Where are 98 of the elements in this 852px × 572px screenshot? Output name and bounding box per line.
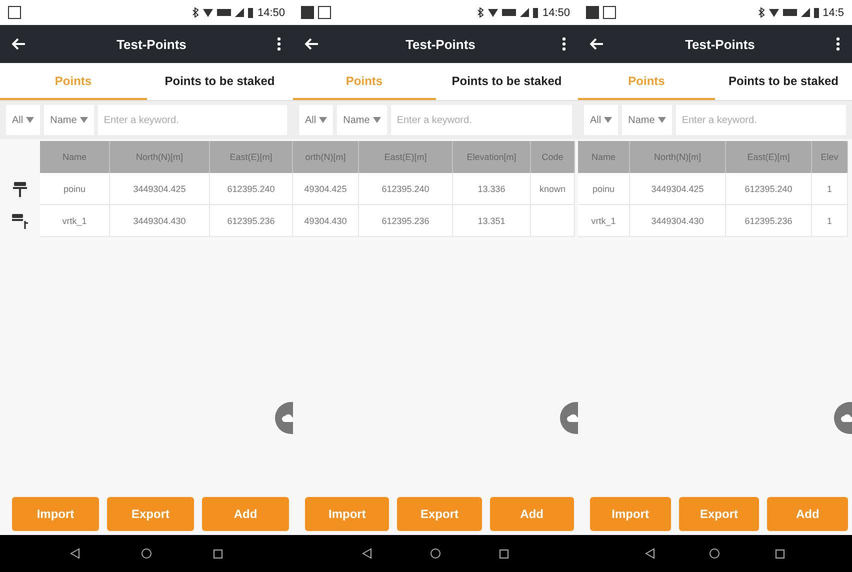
table-cell: 1 (812, 205, 848, 237)
battery-icon (814, 8, 819, 18)
column-header: North(N)[m] (630, 141, 726, 173)
column-header: Name (40, 141, 110, 173)
table-cell: 1 (812, 173, 848, 205)
column-header: North(N)[m] (110, 141, 210, 173)
screen-title: Test-Points (406, 36, 476, 52)
table-cell: 612395.236 (726, 205, 812, 237)
table-cell: 3449304.430 (630, 205, 726, 237)
receiver-icon (13, 181, 27, 197)
action-button[interactable]: Import (12, 497, 99, 531)
dropdown-caret-icon (26, 117, 34, 123)
table-cell: poinu (40, 173, 110, 205)
table-cell (531, 205, 575, 237)
field-dropdown[interactable]: Name (622, 105, 672, 135)
column-header: East(E)[m] (359, 141, 453, 173)
image-notification-icon (301, 6, 314, 19)
table-cell: known (531, 173, 575, 205)
wifi-icon (488, 8, 498, 17)
more-menu-icon[interactable] (836, 37, 840, 51)
screen-title: Test-Points (116, 36, 186, 52)
bluetooth-icon (192, 7, 200, 18)
table-cell: 612395.240 (359, 173, 453, 205)
table-cell: 13.336 (453, 173, 531, 205)
table-cell: poinu (578, 173, 630, 205)
action-button[interactable]: Add (490, 497, 574, 531)
back-arrow-icon[interactable] (12, 38, 26, 50)
square-notification-icon (603, 6, 616, 19)
column-header: Name (578, 141, 630, 173)
dropdown-caret-icon (319, 117, 328, 123)
rover-receiver-icon (12, 213, 28, 229)
table-cell: 13.351 (453, 205, 531, 237)
square-notification-icon (318, 6, 331, 19)
column-header: Code (531, 141, 575, 173)
action-button[interactable]: Import (590, 497, 671, 531)
signal-icon (520, 8, 530, 17)
wifi-icon (768, 8, 779, 17)
more-menu-icon[interactable] (562, 37, 566, 51)
field-dropdown[interactable]: Name (44, 105, 94, 135)
table-cell: 49304.425 (293, 173, 359, 205)
search-field[interactable]: Enter a keyword. (98, 105, 287, 135)
table-cell: 612395.236 (210, 205, 293, 237)
battery-icon (533, 8, 538, 18)
type-dropdown[interactable]: All (584, 105, 618, 135)
home-nav-icon[interactable] (430, 548, 441, 559)
column-header: orth(N)[m] (293, 141, 359, 173)
action-button[interactable]: Export (107, 497, 194, 531)
recents-nav-icon[interactable] (774, 548, 785, 558)
bluetooth-icon (477, 7, 484, 18)
table-cell: 612395.236 (359, 205, 453, 237)
back-arrow-icon[interactable] (590, 38, 604, 50)
back-nav-icon[interactable] (645, 548, 656, 559)
table-cell: 612395.240 (726, 173, 812, 205)
table-cell: 3449304.425 (110, 173, 210, 205)
more-menu-icon[interactable] (276, 37, 281, 51)
table-cell: 49304.430 (293, 205, 359, 237)
status-time: 14:50 (257, 6, 285, 18)
screen-title: Test-Points (685, 36, 755, 52)
search-field[interactable]: Enter a keyword. (676, 105, 846, 135)
type-dropdown[interactable]: All (299, 105, 334, 135)
back-nav-icon[interactable] (70, 548, 80, 559)
table-cell: vrtk_1 (578, 205, 630, 237)
signal-icon (800, 8, 810, 17)
column-header: East(E)[m] (210, 141, 293, 173)
dropdown-caret-icon (372, 117, 381, 123)
action-button[interactable]: Export (678, 497, 760, 531)
column-header: Elev (812, 141, 848, 173)
home-nav-icon[interactable] (709, 548, 720, 559)
wifi-icon (203, 8, 214, 17)
recents-nav-icon[interactable] (499, 548, 509, 558)
image-notification-icon (586, 6, 599, 19)
back-arrow-icon[interactable] (305, 38, 319, 50)
status-time: 14:5 (822, 6, 844, 18)
status-time: 14:50 (542, 6, 570, 18)
table-cell: vrtk_1 (40, 205, 110, 237)
action-button[interactable]: Export (397, 497, 482, 531)
table-cell: 3449304.425 (630, 173, 726, 205)
dropdown-caret-icon (658, 117, 666, 123)
recents-nav-icon[interactable] (212, 548, 223, 558)
table-cell: 612395.240 (210, 173, 293, 205)
cloud-icon (841, 414, 852, 422)
action-button[interactable]: Add (767, 497, 848, 531)
home-nav-icon[interactable] (140, 548, 152, 559)
action-button[interactable]: Add (202, 497, 289, 531)
search-field[interactable]: Enter a keyword. (390, 105, 572, 135)
bluetooth-icon (758, 7, 765, 18)
square-notification-icon (8, 6, 21, 19)
battery-icon (248, 8, 254, 18)
dropdown-caret-icon (80, 117, 88, 123)
type-dropdown[interactable]: All (6, 105, 40, 135)
column-header: East(E)[m] (726, 141, 812, 173)
action-button[interactable]: Import (305, 497, 390, 531)
dropdown-caret-icon (604, 117, 612, 123)
back-nav-icon[interactable] (362, 548, 372, 559)
column-header: Elevation[m] (453, 141, 531, 173)
signal-icon (235, 8, 244, 17)
field-dropdown[interactable]: Name (337, 105, 387, 135)
table-cell: 3449304.430 (110, 205, 210, 237)
